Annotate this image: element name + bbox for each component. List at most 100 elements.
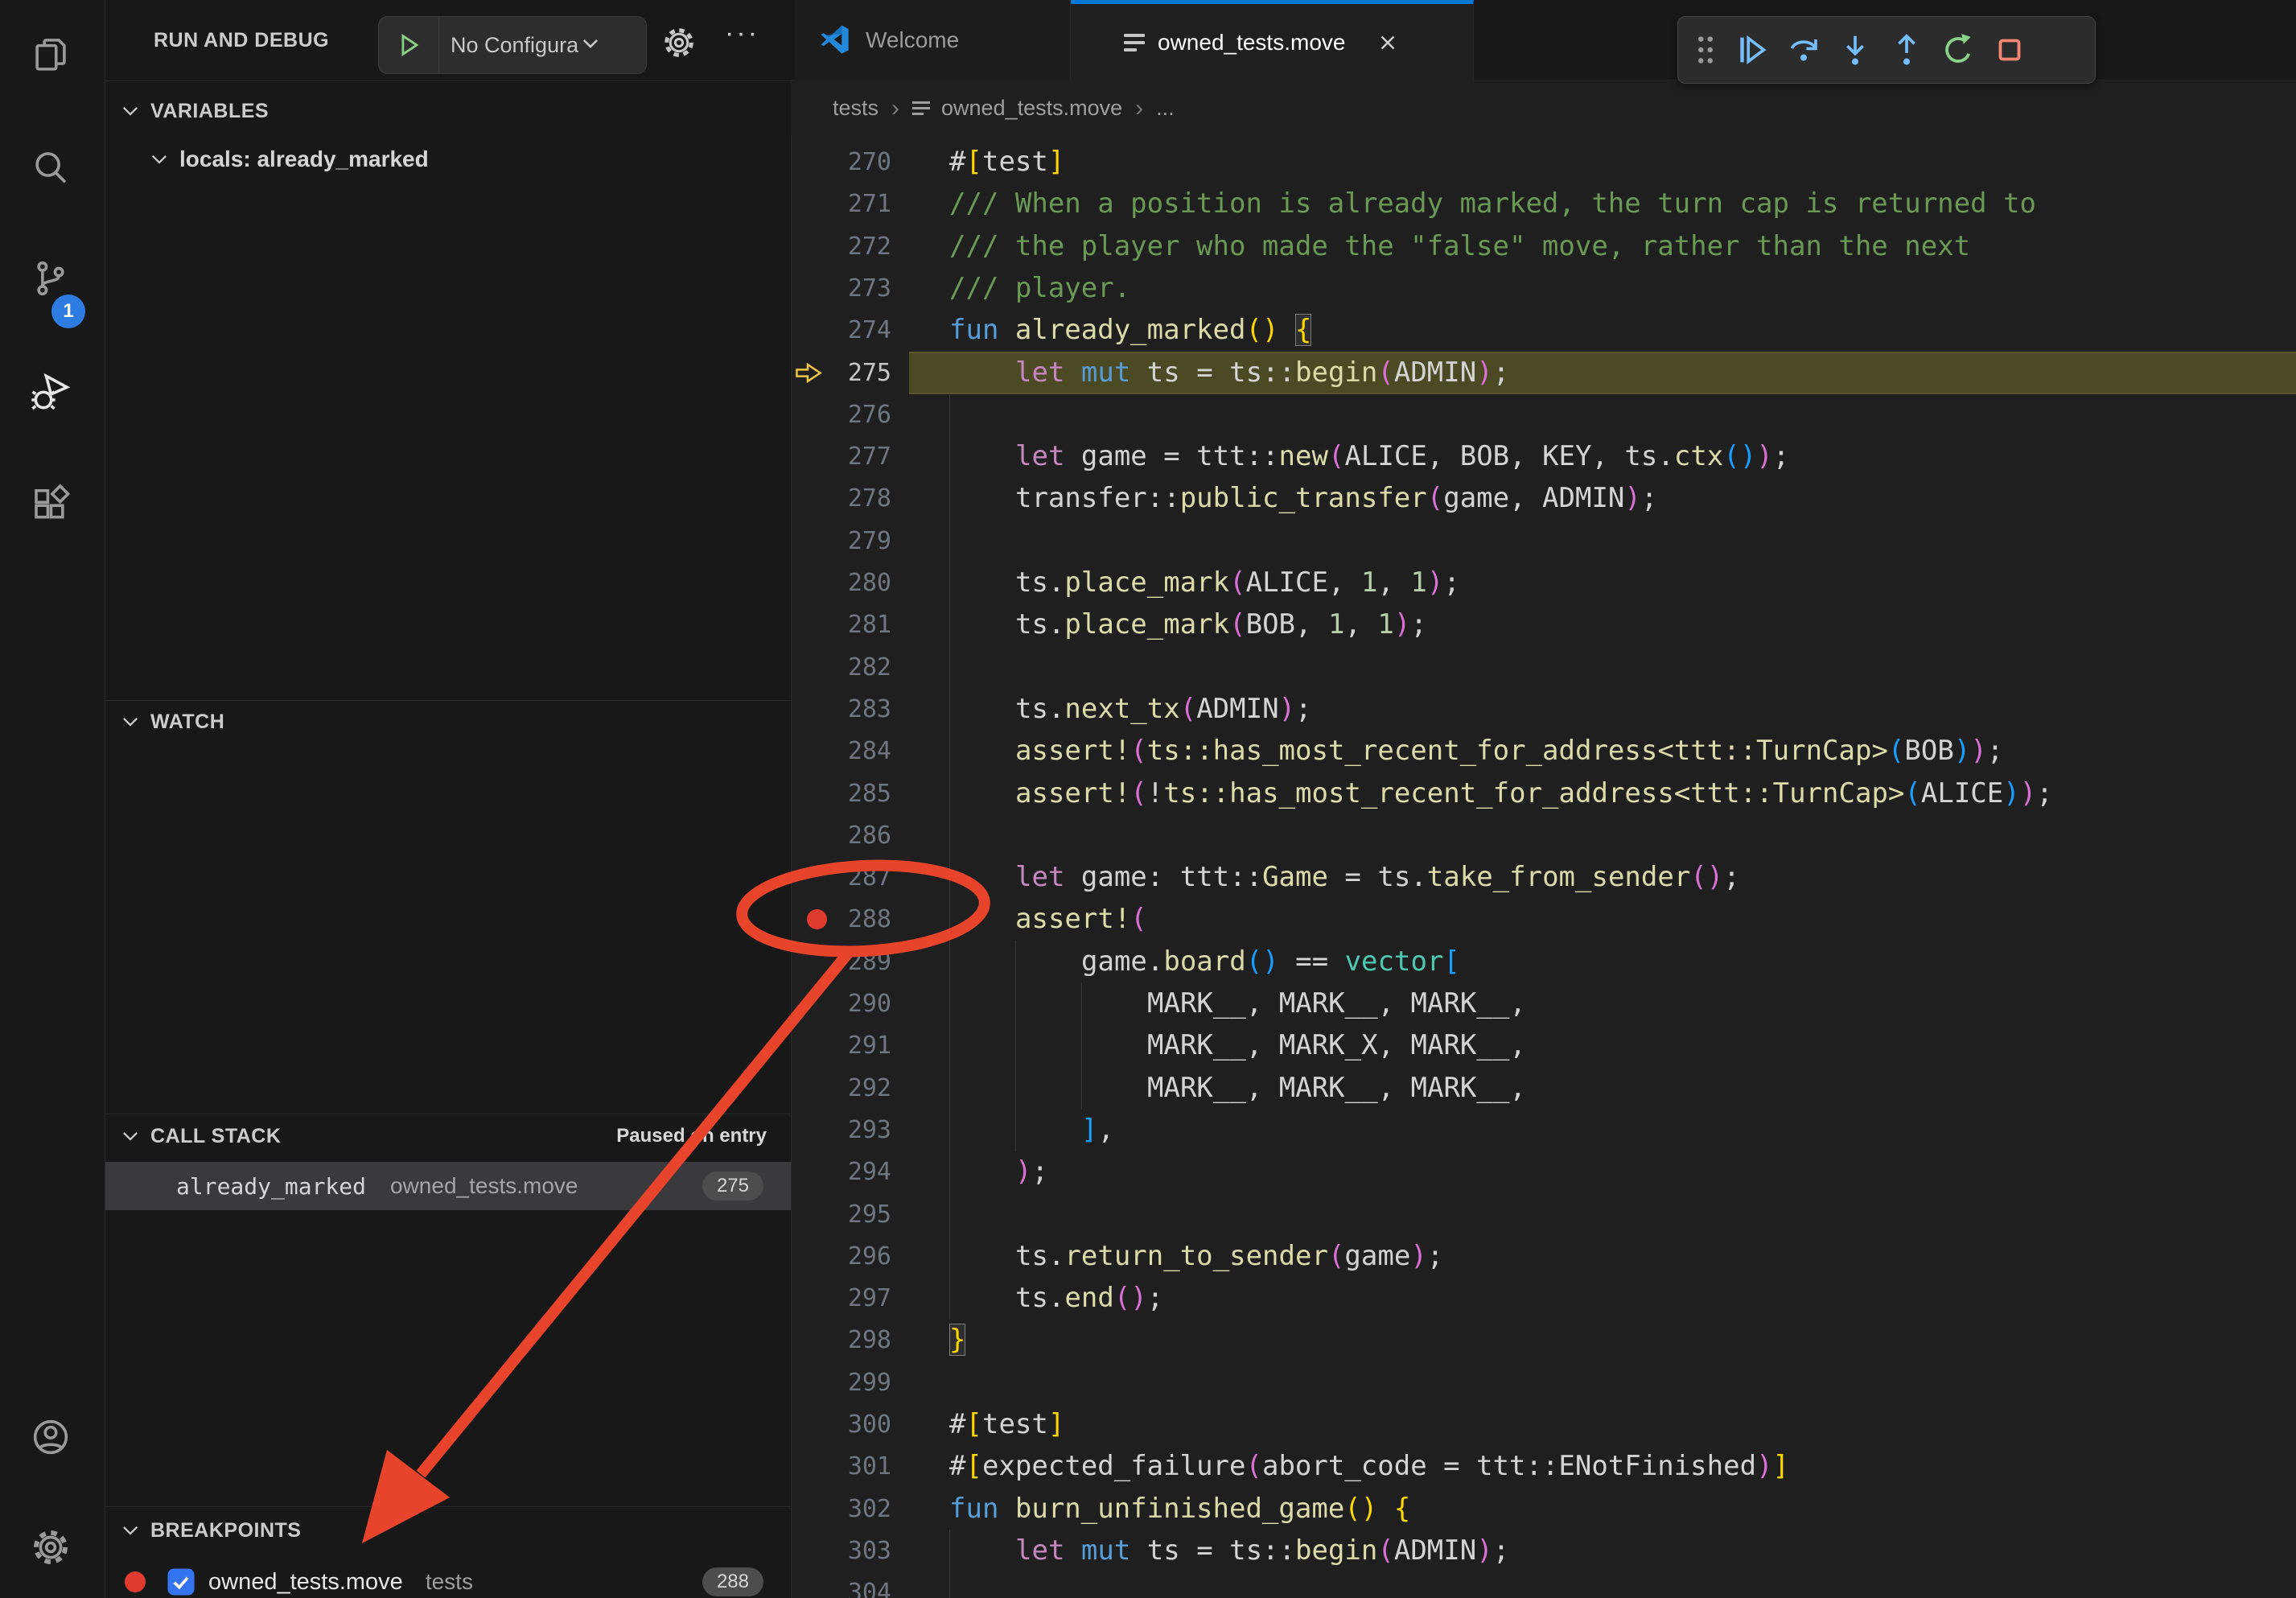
- start-debugging-icon[interactable]: [379, 17, 439, 73]
- code-line-288[interactable]: 288 assert!(: [791, 898, 2296, 941]
- call-stack-frame-row[interactable]: already_marked owned_tests.move 275: [105, 1162, 791, 1210]
- indent-guide: [949, 1571, 950, 1598]
- code-text: MARK__, MARK__, MARK__,: [1147, 982, 1526, 1025]
- code-line-274[interactable]: 274fun already_marked() {: [791, 309, 2296, 352]
- line-number: 288: [815, 898, 891, 941]
- breakpoint-checkbox[interactable]: [167, 1567, 195, 1596]
- call-stack-section-header[interactable]: CALL STACK Paused on entry: [105, 1115, 791, 1157]
- code-line-293[interactable]: 293],: [791, 1109, 2296, 1151]
- watch-section-header[interactable]: WATCH: [105, 701, 791, 743]
- line-number: 272: [815, 225, 891, 268]
- code-line-291[interactable]: 291MARK__, MARK_X, MARK__,: [791, 1024, 2296, 1067]
- code-text: ts.return_to_sender(game);: [1015, 1235, 1443, 1278]
- code-text: transfer::public_transfer(game, ADMIN);: [1015, 477, 1657, 520]
- code-text: ts.next_tx(ADMIN);: [1015, 688, 1312, 731]
- code-editor[interactable]: 270#[test]271/// When a position is alre…: [791, 135, 2296, 1598]
- chevron-down-icon: [149, 149, 170, 170]
- step-out-button[interactable]: [1881, 24, 1932, 76]
- extensions-icon[interactable]: [29, 482, 72, 525]
- code-line-272[interactable]: 272/// the player who made the "false" m…: [791, 225, 2296, 268]
- code-line-303[interactable]: 303let mut ts = ts::begin(ADMIN);: [791, 1530, 2296, 1572]
- code-text: fun burn_unfinished_game() {: [949, 1488, 1410, 1530]
- code-line-298[interactable]: 298}: [791, 1319, 2296, 1361]
- code-line-300[interactable]: 300#[test]: [791, 1403, 2296, 1446]
- line-number: 278: [815, 477, 891, 520]
- debug-settings-gear-icon[interactable]: [660, 24, 697, 61]
- settings-gear-icon[interactable]: [29, 1526, 72, 1569]
- variables-scope-row[interactable]: locals: already_marked: [105, 137, 791, 182]
- code-line-282[interactable]: 282: [791, 646, 2296, 689]
- breakpoints-section-header[interactable]: BREAKPOINTS: [105, 1509, 791, 1551]
- stop-button[interactable]: [1984, 24, 2035, 76]
- line-number: 283: [815, 688, 891, 731]
- code-line-275[interactable]: 275let mut ts = ts::begin(ADMIN);: [791, 352, 2296, 394]
- code-line-286[interactable]: 286: [791, 814, 2296, 857]
- code-line-281[interactable]: 281ts.place_mark(BOB, 1, 1);: [791, 603, 2296, 646]
- code-line-279[interactable]: 279: [791, 520, 2296, 562]
- code-line-270[interactable]: 270#[test]: [791, 141, 2296, 183]
- run-and-debug-icon[interactable]: [29, 371, 72, 414]
- restart-button[interactable]: [1932, 24, 1984, 76]
- debug-toolbar: [1677, 16, 2096, 84]
- breadcrumb-item-tests[interactable]: tests: [833, 96, 878, 121]
- code-line-287[interactable]: 287let game: ttt::Game = ts.take_from_se…: [791, 856, 2296, 899]
- code-line-297[interactable]: 297ts.end();: [791, 1277, 2296, 1320]
- tab-welcome[interactable]: Welcome: [795, 0, 1071, 80]
- code-text: MARK__, MARK__, MARK__,: [1147, 1067, 1526, 1110]
- step-over-button[interactable]: [1778, 24, 1829, 76]
- code-line-284[interactable]: 284assert!(ts::has_most_recent_for_addre…: [791, 730, 2296, 772]
- breakpoint-list-item[interactable]: owned_tests.movetests288: [105, 1560, 791, 1598]
- indent-guide: [1015, 1067, 1016, 1110]
- more-actions-button[interactable]: ···: [725, 18, 759, 49]
- search-icon[interactable]: [29, 146, 72, 190]
- code-line-302[interactable]: 302fun burn_unfinished_game() {: [791, 1488, 2296, 1530]
- code-text: ts.place_mark(BOB, 1, 1);: [1015, 603, 1427, 646]
- close-icon[interactable]: [1376, 31, 1400, 55]
- start-debug-config-dropdown[interactable]: No Configura: [378, 16, 647, 74]
- code-line-285[interactable]: 285assert!(!ts::has_most_recent_for_addr…: [791, 772, 2296, 815]
- drag-handle-icon[interactable]: [1685, 24, 1726, 76]
- code-line-278[interactable]: 278 transfer::public_transfer(game, ADMIN…: [791, 477, 2296, 520]
- breadcrumb-item-ellipsis[interactable]: ...: [1156, 96, 1175, 121]
- tab-owned-tests-move[interactable]: owned_tests.move: [1071, 0, 1474, 81]
- code-line-292[interactable]: 292MARK__, MARK__, MARK__,: [791, 1067, 2296, 1110]
- config-dropdown-label: No Configura: [451, 33, 578, 58]
- line-number: 304: [815, 1571, 891, 1598]
- code-line-290[interactable]: 290MARK__, MARK__, MARK__,: [791, 982, 2296, 1025]
- code-text: #[test]: [949, 141, 1064, 183]
- code-line-271[interactable]: 271/// When a position is already marked…: [791, 183, 2296, 225]
- code-line-283[interactable]: 283 ts.next_tx(ADMIN);: [791, 688, 2296, 731]
- vscode-window: 1 RUN AND DEBUG: [0, 0, 2296, 1598]
- code-text: ts.place_mark(ALICE, 1, 1);: [1015, 562, 1460, 604]
- continue-button[interactable]: [1726, 24, 1778, 76]
- code-line-299[interactable]: 299: [791, 1361, 2296, 1404]
- code-line-295[interactable]: 295: [791, 1193, 2296, 1236]
- code-text: assert!(: [1015, 898, 1147, 941]
- move-file-icon: [912, 101, 930, 115]
- code-text: );: [1015, 1151, 1048, 1193]
- code-text: ts.end();: [1015, 1277, 1163, 1320]
- code-line-289[interactable]: 289game.board() == vector[: [791, 941, 2296, 983]
- code-line-296[interactable]: 296ts.return_to_sender(game);: [791, 1235, 2296, 1278]
- code-line-304[interactable]: 304: [791, 1571, 2296, 1598]
- accounts-icon[interactable]: [29, 1415, 72, 1459]
- explorer-icon[interactable]: [29, 34, 72, 77]
- code-line-276[interactable]: 276: [791, 393, 2296, 436]
- line-number: 287: [815, 856, 891, 899]
- code-line-273[interactable]: 273/// player.: [791, 267, 2296, 310]
- line-number: 274: [815, 309, 891, 352]
- source-control-icon[interactable]: [29, 257, 72, 300]
- step-into-button[interactable]: [1829, 24, 1881, 76]
- code-line-301[interactable]: 301#[expected_failure(abort_code = ttt::…: [791, 1445, 2296, 1488]
- code-line-277[interactable]: 277let game = ttt::new(ALICE, BOB, KEY, …: [791, 435, 2296, 478]
- code-line-280[interactable]: 280ts.place_mark(ALICE, 1, 1);: [791, 562, 2296, 604]
- line-number: 289: [815, 941, 891, 983]
- code-line-294[interactable]: 294);: [791, 1151, 2296, 1193]
- run-and-debug-panel: RUN AND DEBUG No Configura: [105, 0, 792, 1598]
- code-text: #[expected_failure(abort_code = ttt::ENo…: [949, 1445, 1789, 1488]
- frame-file-name: owned_tests.move: [390, 1173, 578, 1199]
- indent-guide: [1081, 1067, 1082, 1110]
- code-text: assert!(!ts::has_most_recent_for_address…: [1015, 772, 2053, 815]
- variables-section-header[interactable]: VARIABLES: [105, 90, 791, 132]
- breadcrumb-item-file[interactable]: owned_tests.move: [941, 96, 1122, 121]
